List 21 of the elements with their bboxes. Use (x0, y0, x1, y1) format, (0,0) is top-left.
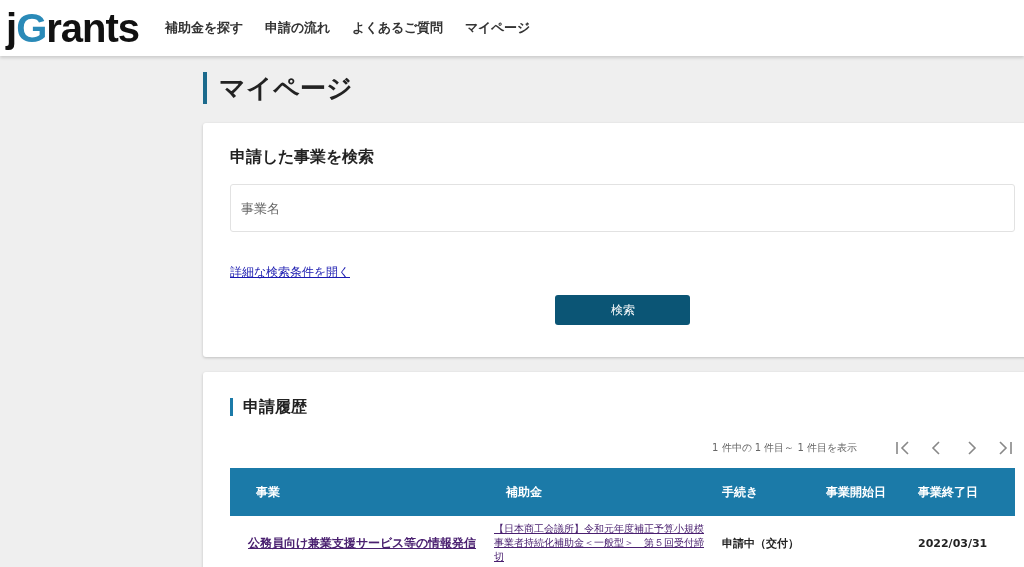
advanced-search-link[interactable]: 詳細な検索条件を開く (230, 264, 350, 281)
card-title: 申請履歴 (230, 398, 1024, 416)
nav-link[interactable]: マイページ (465, 19, 531, 37)
search-field[interactable]: 事業名 (230, 184, 1015, 232)
result-summary: 1 件中の 1 件目～ 1 件目を表示 (712, 441, 857, 455)
search-button[interactable]: 検索 (555, 295, 690, 325)
nav-link[interactable]: よくあるご質問 (352, 19, 444, 37)
column-header: 手続き (712, 468, 816, 516)
nav-link[interactable]: 申請の流れ (265, 19, 331, 37)
table-cell: 2022/03/31 (908, 516, 1015, 567)
page-title: マイページ (203, 72, 1024, 104)
column-header: 事業終了日 (908, 468, 1015, 516)
column-header: 補助金 (480, 468, 712, 516)
project-link[interactable]: 公務員向け兼業支援サービス等の情報発信 (248, 534, 476, 552)
subsidy-link[interactable]: 【日本商工会議所】令和元年度補正予算小規模事業者持続化補助金＜一般型＞ 第５回受付締切 (494, 522, 710, 564)
column-header: 事業 (230, 468, 480, 516)
column-header: 事業開始日 (816, 468, 908, 516)
nav-link[interactable]: 補助金を探す (165, 19, 244, 37)
table-cell: 申請中（交付） (712, 516, 816, 567)
card-title: 申請した事業を検索 (230, 147, 375, 168)
logo[interactable]: jGrants (6, 8, 140, 48)
